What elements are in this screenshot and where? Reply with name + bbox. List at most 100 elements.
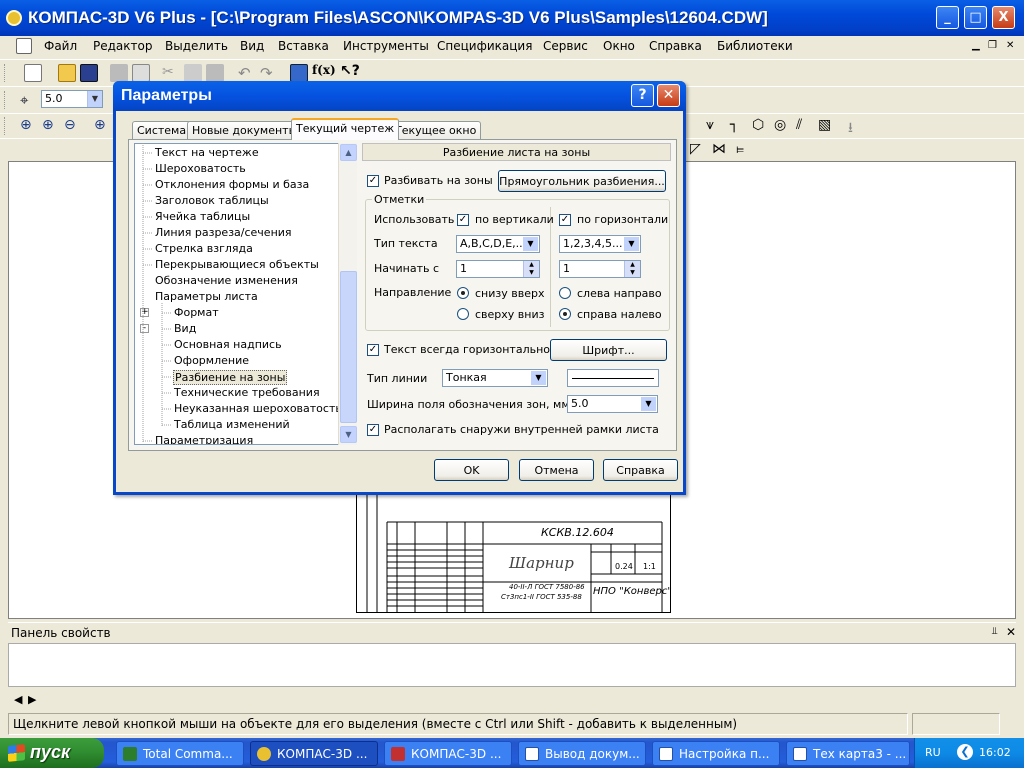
tree-item-form-deviations[interactable]: Отклонения формы и база bbox=[155, 178, 309, 191]
zoom-window-icon[interactable]: ⊕ bbox=[42, 117, 60, 135]
start-button[interactable]: пуск bbox=[0, 738, 104, 768]
tree-item-design[interactable]: Оформление bbox=[174, 354, 249, 367]
zoom-scale-icon[interactable]: ⊕ bbox=[94, 117, 112, 135]
radio-bottom-up[interactable] bbox=[457, 287, 469, 299]
menu-service[interactable]: Сервис bbox=[543, 39, 588, 53]
font-button[interactable]: Шрифт... bbox=[550, 339, 667, 361]
pin-icon[interactable]: ⫫ bbox=[992, 626, 998, 637]
roughness-icon[interactable]: ⫢ bbox=[736, 141, 754, 159]
fill-icon[interactable]: ▧ bbox=[818, 117, 836, 135]
new-icon[interactable] bbox=[24, 64, 42, 82]
tab-system[interactable]: Система bbox=[132, 121, 192, 139]
language-indicator[interactable]: RU bbox=[925, 746, 941, 759]
task-word-techmap[interactable]: Тех карта3 - ... bbox=[786, 741, 910, 766]
tree-item-unspecified-roughness[interactable]: Неуказанная шероховатость bbox=[174, 402, 342, 415]
menu-tools[interactable]: Инструменты bbox=[343, 39, 429, 53]
variables-icon[interactable]: f(x) bbox=[312, 63, 336, 81]
cut-icon[interactable]: ✂ bbox=[162, 64, 180, 82]
polyline-icon[interactable]: ⩛ bbox=[706, 117, 724, 135]
mdi-restore-icon[interactable]: ❐ bbox=[988, 40, 997, 51]
spinner-icon[interactable]: ▲ ▼ bbox=[624, 261, 640, 277]
task-kompas-1[interactable]: КОМПАС-3D ... bbox=[250, 741, 378, 766]
zoom-in-icon[interactable]: ⊕ bbox=[20, 117, 38, 135]
chevron-down-icon[interactable]: ▼ bbox=[523, 237, 538, 251]
menu-help[interactable]: Справка bbox=[649, 39, 702, 53]
tree-item-zones[interactable]: Разбиение на зоны bbox=[173, 370, 288, 385]
maximize-button[interactable]: □ bbox=[964, 6, 987, 29]
save-icon[interactable] bbox=[80, 64, 98, 82]
text-type-vertical-select[interactable]: A,B,C,D,E,... ▼ bbox=[456, 235, 540, 253]
text-horizontal-checkbox[interactable]: ✓ bbox=[367, 344, 379, 356]
fillet-icon[interactable]: ┐ bbox=[730, 117, 748, 135]
spinner-icon[interactable]: ▲ ▼ bbox=[523, 261, 539, 277]
task-word-settings[interactable]: Настройка п... bbox=[652, 741, 780, 766]
menu-edit[interactable]: Редактор bbox=[93, 39, 152, 53]
scroll-thumb[interactable] bbox=[340, 271, 357, 423]
context-help-icon[interactable]: ↖? bbox=[340, 63, 368, 81]
tab-new-documents[interactable]: Новые документы bbox=[187, 121, 303, 139]
document-icon[interactable] bbox=[16, 38, 32, 54]
copy-icon[interactable] bbox=[184, 64, 202, 82]
vertical-checkbox[interactable]: ✓ bbox=[457, 214, 469, 226]
tree-item-title-block[interactable]: Основная надпись bbox=[174, 338, 282, 351]
help-question-button[interactable]: ? bbox=[631, 84, 654, 107]
outside-frame-checkbox[interactable]: ✓ bbox=[367, 424, 379, 436]
step-combo[interactable]: 5.0 ▼ bbox=[41, 90, 103, 108]
menu-select[interactable]: Выделить bbox=[165, 39, 228, 53]
start-vertical-field[interactable]: 1 ▲ ▼ bbox=[456, 260, 540, 278]
task-kompas-2[interactable]: КОМПАС-3D ... bbox=[384, 741, 512, 766]
tree-item-change-marking[interactable]: Обозначение изменения bbox=[155, 274, 298, 287]
split-rectangle-button[interactable]: Прямоугольник разбиения... bbox=[498, 170, 666, 192]
tree-item-format[interactable]: Формат bbox=[174, 306, 219, 319]
panel-close-icon[interactable]: ✕ bbox=[1006, 625, 1016, 639]
chevron-down-icon[interactable]: ▼ bbox=[641, 397, 656, 411]
scroll-up-icon[interactable]: ▲ bbox=[340, 144, 357, 161]
tray-expand-icon[interactable]: ❮ bbox=[957, 744, 973, 760]
print-preview-icon[interactable] bbox=[132, 64, 150, 82]
close-button[interactable]: X bbox=[992, 6, 1015, 29]
menu-view[interactable]: Вид bbox=[240, 39, 264, 53]
arc-icon[interactable]: ◸ bbox=[690, 141, 708, 159]
start-horizontal-field[interactable]: 1 ▲ ▼ bbox=[559, 260, 641, 278]
arrow-icon[interactable]: ⋈ bbox=[712, 141, 730, 159]
zoom-out-icon[interactable]: ⊖ bbox=[64, 117, 82, 135]
undo-icon[interactable]: ↶ bbox=[238, 64, 256, 82]
manager-icon[interactable] bbox=[290, 64, 308, 82]
tree-item-view[interactable]: Вид bbox=[174, 322, 196, 335]
paste-icon[interactable] bbox=[206, 64, 224, 82]
tab-current-window[interactable]: Текущее окно bbox=[390, 121, 482, 139]
chevron-down-icon[interactable]: ▼ bbox=[624, 237, 639, 251]
chevron-down-icon[interactable]: ▼ bbox=[87, 91, 102, 107]
split-zones-checkbox[interactable]: ✓ bbox=[367, 175, 379, 187]
scroll-right-icon[interactable]: ▶ bbox=[28, 693, 36, 706]
scroll-down-icon[interactable]: ▼ bbox=[340, 426, 357, 443]
line-type-select[interactable]: Тонкая ▼ bbox=[442, 369, 548, 387]
tree-item-tech-requirements[interactable]: Технические требования bbox=[174, 386, 320, 399]
dialog-close-button[interactable]: ✕ bbox=[657, 84, 680, 107]
app-title-bar[interactable]: КОМПАС-3D V6 Plus - [C:\Program Files\AS… bbox=[0, 0, 1024, 36]
polygon-icon[interactable]: ⬡ bbox=[752, 117, 770, 135]
open-icon[interactable] bbox=[58, 64, 76, 82]
macro-icon[interactable]: ⭳ bbox=[848, 117, 866, 136]
menu-specification[interactable]: Спецификация bbox=[437, 39, 532, 53]
task-word-output[interactable]: Вывод докум... bbox=[518, 741, 646, 766]
menu-libraries[interactable]: Библиотеки bbox=[717, 39, 793, 53]
redo-icon[interactable]: ↷ bbox=[260, 64, 278, 82]
drawing-sheet[interactable]: КСКВ.12.604 Шарнир 0.24 1:1 40-II-Л ГОСТ… bbox=[356, 487, 672, 613]
tree-scrollbar[interactable]: ▲ ▼ bbox=[338, 143, 357, 445]
chevron-down-icon[interactable]: ▼ bbox=[531, 371, 546, 385]
dialog-title-bar[interactable]: Параметры ? ✕ bbox=[113, 81, 686, 111]
radio-left-right[interactable] bbox=[559, 287, 571, 299]
cancel-button[interactable]: Отмена bbox=[519, 459, 594, 481]
menu-insert[interactable]: Вставка bbox=[278, 39, 329, 53]
tree-item-change-table[interactable]: Таблица изменений bbox=[174, 418, 290, 431]
mdi-minimize-icon[interactable]: ▁ bbox=[972, 40, 980, 51]
help-button[interactable]: Справка bbox=[603, 459, 678, 481]
radio-right-left[interactable] bbox=[559, 308, 571, 320]
tab-current-drawing[interactable]: Текущий чертеж bbox=[291, 118, 400, 140]
circle-icon[interactable]: ◎ bbox=[774, 117, 792, 135]
mdi-close-icon[interactable]: ✕ bbox=[1006, 40, 1014, 51]
zone-width-select[interactable]: 5.0 ▼ bbox=[567, 395, 658, 413]
tree-item-overlapping-objects[interactable]: Перекрывающиеся объекты bbox=[155, 258, 319, 271]
minimize-button[interactable]: _ bbox=[936, 6, 959, 29]
